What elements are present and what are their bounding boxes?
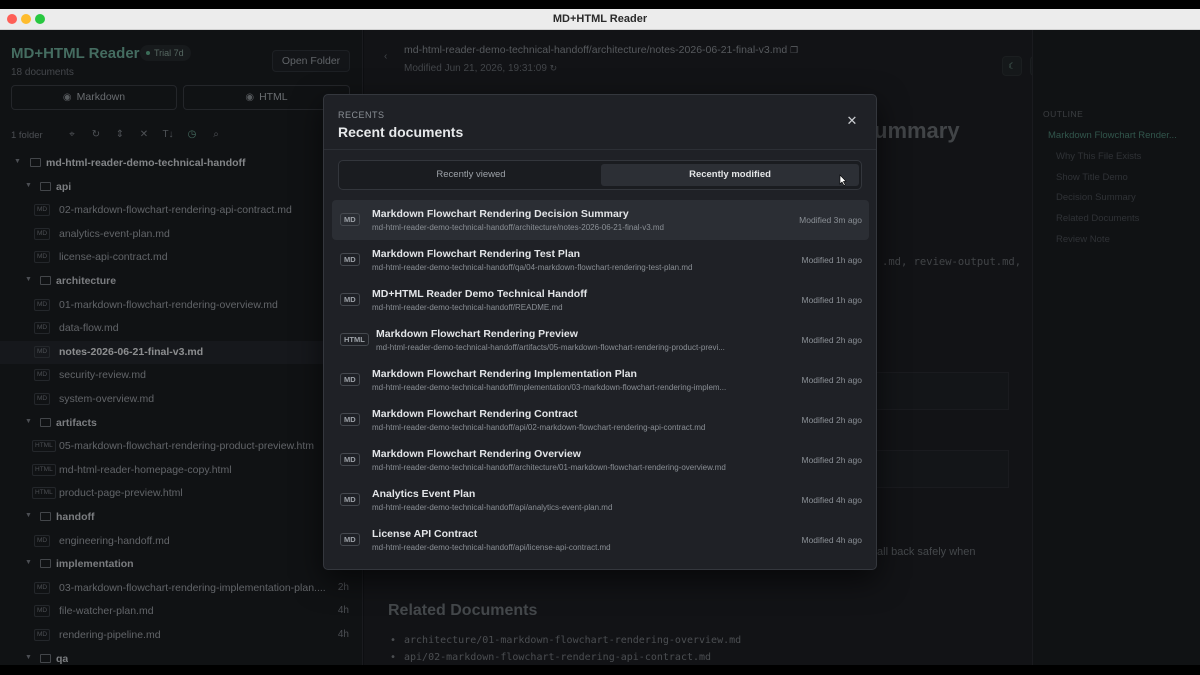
recent-document-modified: Modified 2h ago <box>801 335 863 345</box>
recent-document-title: Markdown Flowchart Rendering Test Plan <box>372 248 581 260</box>
recent-document-path: md-html-reader-demo-technical-handoff/qa… <box>372 263 693 272</box>
recent-document-path: md-html-reader-demo-technical-handoff/ar… <box>376 343 725 352</box>
mouse-pointer-icon <box>839 174 847 186</box>
recents-tab-switch: Recently viewed Recently modified <box>338 160 862 190</box>
file-type-badge: HTML <box>340 333 369 346</box>
recent-document-item[interactable]: MD Analytics Event Plan md-html-reader-dem… <box>332 480 869 520</box>
recent-document-modified: Modified 4h ago <box>801 495 863 505</box>
window-title: MD+HTML Reader <box>552 13 648 25</box>
recent-document-title: Markdown Flowchart Rendering Preview <box>376 328 578 340</box>
dialog-divider <box>324 149 876 150</box>
recent-document-path: md-html-reader-demo-technical-handoff/ap… <box>372 503 613 512</box>
screen-frame: MD+HTML Reader MD+HTML Reader Trial 7d 1… <box>0 0 1200 675</box>
recent-document-title: Markdown Flowchart Rendering Overview <box>372 448 581 460</box>
recent-document-path: md-html-reader-demo-technical-handoff/ap… <box>372 423 706 432</box>
recent-documents-dialog: RECENTS Recent documents ✕ Recently view… <box>323 94 877 570</box>
recent-document-path: md-html-reader-demo-technical-handoff/im… <box>372 383 727 392</box>
recent-document-path: md-html-reader-demo-technical-handoff/ar… <box>372 463 726 472</box>
recent-document-modified: Modified 1h ago <box>801 295 863 305</box>
close-icon[interactable]: ✕ <box>844 113 860 129</box>
title-bar: MD+HTML Reader <box>0 9 1200 30</box>
recent-document-item[interactable]: MD Markdown Flowchart Rendering Overview m… <box>332 440 869 480</box>
recent-document-item[interactable]: MD Markdown Flowchart Rendering Test Plan… <box>332 240 869 280</box>
dialog-title: Recent documents <box>338 124 464 140</box>
file-type-badge: MD <box>340 253 360 266</box>
recent-document-modified: Modified 2h ago <box>801 415 863 425</box>
recent-document-item[interactable]: MD License API Contract md-html-reader-dem… <box>332 520 869 560</box>
recent-document-modified: Modified 1h ago <box>801 255 863 265</box>
recent-document-title: Markdown Flowchart Rendering Contract <box>372 408 578 420</box>
recent-document-title: Markdown Flowchart Rendering Decision Su… <box>372 208 629 220</box>
file-type-badge: MD <box>340 293 360 306</box>
recent-document-modified: Modified 2h ago <box>801 455 863 465</box>
recent-document-path: md-html-reader-demo-technical-handoff/RE… <box>372 303 563 312</box>
recent-document-item[interactable]: MD Markdown Flowchart Rendering Implement… <box>332 360 869 400</box>
recent-document-title: Markdown Flowchart Rendering Implementat… <box>372 368 637 380</box>
tab-recently-modified[interactable]: Recently modified <box>601 164 859 186</box>
recent-document-modified: Modified 3m ago <box>799 215 862 225</box>
recent-document-item[interactable]: MD Markdown Flowchart Rendering Decision … <box>332 200 869 240</box>
recent-document-path: md-html-reader-demo-technical-handoff/ap… <box>372 543 611 552</box>
tab-recently-viewed[interactable]: Recently viewed <box>342 164 600 186</box>
recent-document-title: MD+HTML Reader Demo Technical Handoff <box>372 288 588 300</box>
dialog-eyebrow: RECENTS <box>338 110 385 120</box>
recent-document-item[interactable]: HTML Markdown Flowchart Rendering Preview… <box>332 320 869 360</box>
file-type-badge: MD <box>340 533 360 546</box>
file-type-badge: MD <box>340 213 360 226</box>
recent-document-modified: Modified 2h ago <box>801 375 863 385</box>
recent-document-item[interactable]: MD Markdown Flowchart Rendering Contract m… <box>332 400 869 440</box>
recent-document-title: Analytics Event Plan <box>372 488 476 500</box>
file-type-badge: MD <box>340 373 360 386</box>
recent-document-item[interactable]: MD MD+HTML Reader Demo Technical Handoff m… <box>332 280 869 320</box>
file-type-badge: MD <box>340 453 360 466</box>
recent-document-title: License API Contract <box>372 528 478 540</box>
recent-document-modified: Modified 4h ago <box>801 535 863 545</box>
recent-document-path: md-html-reader-demo-technical-handoff/ar… <box>372 223 664 232</box>
file-type-badge: MD <box>340 493 360 506</box>
file-type-badge: MD <box>340 413 360 426</box>
